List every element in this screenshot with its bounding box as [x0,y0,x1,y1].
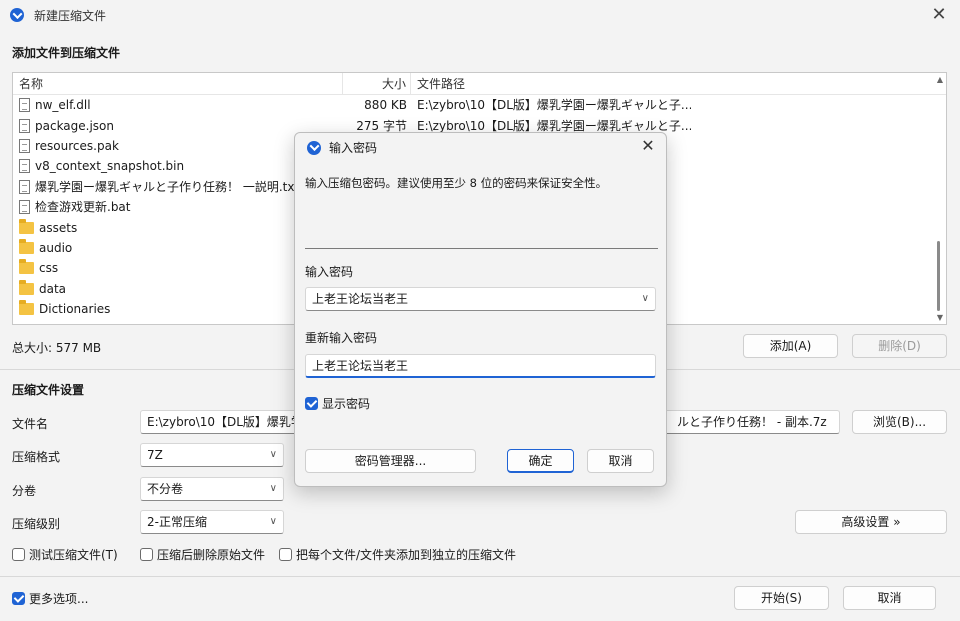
add-files-section-title: 添加文件到压缩文件 [12,46,121,60]
dialog-title-bar: 输入密码 [307,139,377,156]
file-size: 880 KB [364,98,407,113]
checkbox-label: 显示密码 [322,397,371,411]
level-select[interactable]: 2-正常压缩 ∨ [140,510,284,534]
chevron-down-icon: ∨ [269,449,277,460]
checkbox-box[interactable] [279,548,292,561]
dialog-ok-button[interactable]: 确定 [507,449,574,473]
folder-icon [19,300,34,316]
dialog-description: 输入压缩包密码。建议使用至少 8 位的密码来保证安全性。 [305,176,608,190]
delete-after-checkbox[interactable]: 压缩后删除原始文件 [140,546,265,563]
dialog-cancel-button[interactable]: 取消 [587,449,654,473]
bat-file-icon [19,200,30,215]
window-close-icon[interactable]: ✕ [928,4,950,26]
window-title: 新建压缩文件 [34,8,107,23]
file-name: css [39,261,59,276]
file-name: 检查游戏更新.bat [35,200,131,215]
delete-button[interactable]: 删除(D) [852,334,947,358]
checkbox-label: 把每个文件/文件夹添加到独立的压缩文件 [296,548,517,562]
total-size: 总大小: 577 MB [12,341,102,355]
json-file-icon [19,118,30,133]
scroll-up-icon[interactable]: ▲ [937,75,943,84]
file-name: assets [39,220,78,235]
file-name: v8_context_snapshot.bin [35,159,185,174]
column-size-header[interactable]: 大小 [343,73,411,94]
password-input[interactable]: 上老王论坛当老王 ∨ [305,287,656,311]
dialog-title: 输入密码 [329,141,378,155]
start-button[interactable]: 开始(S) [734,586,829,610]
filename-value-right: ルと子作り任務！ - 副本.7z [677,415,827,429]
bin-file-icon [19,159,30,174]
file-name-cell: nw_elf.dll [13,95,343,115]
file-name: package.json [35,118,115,133]
password-manager-button[interactable]: 密码管理器... [305,449,476,473]
scrollbar-thumb[interactable] [937,241,940,311]
file-list-header: 名称 大小 文件路径 [13,73,946,95]
app-logo-icon [10,8,24,22]
separate-archives-checkbox[interactable]: 把每个文件/文件夹添加到独立的压缩文件 [279,546,516,563]
volume-value: 不分卷 [147,482,184,496]
format-select[interactable]: 7Z ∨ [140,443,284,467]
password-label: 输入密码 [305,265,354,279]
folder-icon [19,218,34,234]
chevron-down-icon: ∨ [269,516,277,527]
folder-icon [19,238,34,254]
password-dialog: 输入密码 ✕ 输入压缩包密码。建议使用至少 8 位的密码来保证安全性。 输入密码… [294,132,667,487]
checkbox-box[interactable] [12,592,25,605]
dll-file-icon [19,98,30,113]
volume-label: 分卷 [12,484,37,498]
scroll-down-icon[interactable]: ▼ [937,313,943,322]
checkbox-box[interactable] [305,397,318,410]
file-list-row[interactable]: nw_elf.dll 880 KB E:\zybro\10【DL版】爆乳学園ー爆乳ギ… [13,95,946,115]
volume-select[interactable]: 不分卷 ∨ [140,477,284,501]
confirm-password-label: 重新输入密码 [305,331,378,345]
file-name: 爆乳学園ー爆乳ギャルと子作り任務！ 一説明.txt [35,179,300,194]
folder-icon [19,259,34,275]
file-path: E:\zybro\10【DL版】爆乳学園ー爆乳ギャルと子... [417,98,691,113]
checkbox-box[interactable] [140,548,153,561]
pak-file-icon [19,138,30,153]
column-path-header[interactable]: 文件路径 [411,73,691,94]
file-name-cell: package.json [13,116,343,136]
dialog-divider [305,248,658,249]
file-name: audio [39,240,73,255]
confirm-password-value: 上老王论坛当老王 [312,359,409,373]
level-label: 压缩级别 [12,517,61,531]
filename-value-left: E:\zybro\10【DL版】爆乳学 [147,415,303,429]
confirm-password-input[interactable]: 上老王论坛当老王 [305,354,656,378]
checkbox-label: 更多选项... [29,592,89,606]
dialog-close-icon[interactable]: ✕ [638,136,658,156]
chevron-down-icon[interactable]: ∨ [642,288,649,310]
format-value: 7Z [147,448,163,462]
file-name: resources.pak [35,138,119,153]
title-bar: 新建压缩文件 ✕ [0,0,960,30]
file-name: Dictionaries [39,302,111,317]
cancel-button[interactable]: 取消 [843,586,936,610]
add-button[interactable]: 添加(A) [743,334,838,358]
folder-icon [19,279,34,295]
txt-file-icon [19,179,30,194]
chevron-down-icon: ∨ [269,483,277,494]
level-value: 2-正常压缩 [147,515,207,529]
settings-section-title: 压缩文件设置 [12,383,85,397]
format-label: 压缩格式 [12,450,61,464]
more-options-checkbox[interactable]: 更多选项... [12,590,88,607]
checkbox-label: 测试压缩文件(T) [29,548,118,562]
test-archive-checkbox[interactable]: 测试压缩文件(T) [12,546,118,563]
show-password-checkbox[interactable]: 显示密码 [305,395,370,412]
app-logo-icon [307,140,321,155]
checkbox-box[interactable] [12,548,25,561]
column-name-header[interactable]: 名称 [13,73,343,94]
footer-divider [0,576,960,577]
password-value: 上老王论坛当老王 [312,292,409,306]
browse-button[interactable]: 浏览(B)... [852,410,947,434]
file-name: data [39,281,67,296]
file-name: nw_elf.dll [35,98,91,113]
checkbox-label: 压缩后删除原始文件 [157,548,266,562]
advanced-settings-button[interactable]: 高级设置 » [795,510,947,534]
filename-label: 文件名 [12,417,49,431]
